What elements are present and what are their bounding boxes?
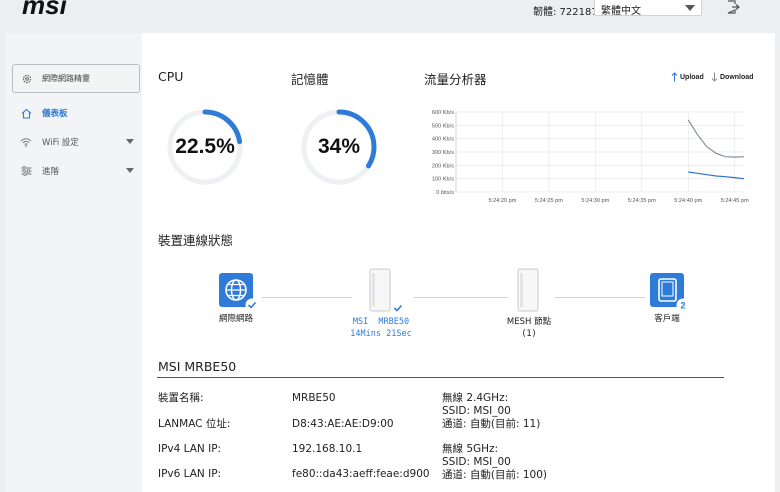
arrow-up-icon xyxy=(671,72,678,82)
sidebar-item-label: 進階 xyxy=(42,167,60,177)
y-tick-label: 100 Kb/s xyxy=(432,177,454,183)
series-line-upload xyxy=(688,171,745,180)
y-tick-label: 500 Kb/s xyxy=(432,123,454,129)
router-node[interactable] xyxy=(366,266,410,318)
sidebar-item-dashboard[interactable]: 儀表板 xyxy=(20,105,140,121)
y-tick-label: 200 Kb/s xyxy=(432,163,454,169)
language-select[interactable]: 繁體中文 xyxy=(594,0,702,17)
link-mesh-clients xyxy=(555,297,645,298)
memory-value: 34% xyxy=(317,135,361,158)
router-name: MSI MRBE50 xyxy=(352,317,410,327)
chevron-down-icon xyxy=(126,168,134,173)
device-name-value: MRBE50 xyxy=(292,392,336,404)
sidebar-item-label: 儀表板 xyxy=(42,109,68,119)
lanmac-value: D8:43:AE:AE:D9:00 xyxy=(292,418,394,430)
clients-count: 2 xyxy=(680,301,685,311)
wifi24-heading: 無線 2.4GHz: xyxy=(442,392,509,404)
wifi24-channel: 通道: 自動(目前: 11) xyxy=(442,418,541,430)
ipv4-value: 192.168.10.1 xyxy=(292,443,363,455)
wifi-icon xyxy=(20,136,32,148)
x-tick-label: 5:24:30 pm xyxy=(581,198,609,204)
cpu-value: 22.5% xyxy=(175,135,235,158)
gear-icon xyxy=(22,74,32,83)
wizard-label: 網際網路精靈 xyxy=(42,74,90,83)
wifi5-heading: 無線 5GHz: xyxy=(442,443,499,455)
lanmac-label: LANMAC 位址: xyxy=(158,418,231,430)
x-tick-label: 5:24:25 pm xyxy=(535,198,563,204)
cpu-title: CPU xyxy=(158,69,184,84)
language-value: 繁體中文 xyxy=(601,6,641,17)
internet-node[interactable] xyxy=(218,272,264,314)
traffic-title: 流量分析器 xyxy=(424,72,487,87)
wifi5-info: 無線 5GHz: SSID: MSI_00 通道: 自動(目前: 100) xyxy=(442,443,547,482)
clients-label: 客戶端 xyxy=(654,314,680,324)
ipv6-value: fe80::da43:aeff:feae:d900 xyxy=(292,468,430,480)
x-tick-label: 5:24:20 pm xyxy=(488,198,516,204)
arrow-down-icon xyxy=(711,72,718,82)
x-tick-label: 5:24:35 pm xyxy=(628,198,656,204)
y-tick-label: 0 bits/s xyxy=(436,190,454,196)
memory-title: 記憶體 xyxy=(291,72,329,87)
router-label[interactable]: MSI MRBE50 14Mins 21Sec xyxy=(321,316,441,340)
firmware-version: 韌體: 722187 xyxy=(533,7,598,18)
wifi24-ssid: SSID: MSI_00 xyxy=(442,405,511,417)
legend-upload-label: Upload xyxy=(680,73,704,81)
wifi5-channel: 通道: 自動(目前: 100) xyxy=(442,469,547,481)
msi-logo: msi xyxy=(22,0,68,18)
legend-download-label: Download xyxy=(720,73,754,81)
divider xyxy=(157,377,724,378)
sidebar-item-advanced[interactable]: 進階 xyxy=(20,163,140,179)
wifi5-ssid: SSID: MSI_00 xyxy=(442,456,511,468)
chevron-down-icon xyxy=(126,139,134,144)
sidebar-item-label: WiFi 設定 xyxy=(42,138,79,148)
sliders-icon xyxy=(20,165,32,177)
home-icon xyxy=(20,107,32,119)
y-tick-label: 300 Kb/s xyxy=(432,150,454,156)
clients-node[interactable]: 2 xyxy=(649,272,695,314)
mesh-node[interactable] xyxy=(514,266,558,316)
internet-wizard-button[interactable]: 網際網路精靈 xyxy=(12,64,140,93)
traffic-chart: 0 bits/s 100 Kb/s 200 Kb/s 300 Kb/s 400 Kb/s… xyxy=(432,110,749,204)
topology-title: 裝置連線狀態 xyxy=(158,233,234,248)
y-tick-label: 400 Kb/s xyxy=(432,137,454,143)
ipv6-label: IPv6 LAN IP: xyxy=(158,468,222,480)
logout-icon[interactable] xyxy=(726,0,740,14)
mesh-count: (1) xyxy=(521,329,537,339)
mesh-name: MESH 節點 xyxy=(506,317,552,327)
svg-text:msi: msi xyxy=(22,0,68,18)
chevron-down-icon xyxy=(685,5,695,11)
y-tick-label: 600 Kb/s xyxy=(432,110,454,116)
link-router-mesh xyxy=(414,297,508,298)
link-internet-router xyxy=(262,297,352,298)
legend-upload: Upload xyxy=(671,72,704,82)
wifi24-info: 無線 2.4GHz: SSID: MSI_00 通道: 自動(目前: 11) xyxy=(442,392,540,431)
sidebar-item-wifi[interactable]: WiFi 設定 xyxy=(20,134,140,150)
device-title: MSI MRBE50 xyxy=(158,359,237,374)
x-tick-label: 5:24:45 pm xyxy=(721,198,749,204)
legend-download: Download xyxy=(711,72,753,82)
router-uptime: 14Mins 21Sec xyxy=(350,329,412,339)
device-name-label: 裝置名稱: xyxy=(158,392,204,404)
mesh-label[interactable]: MESH 節點 (1) xyxy=(469,316,589,340)
internet-label: 網際網路 xyxy=(218,314,253,324)
x-tick-label: 5:24:40 pm xyxy=(674,198,702,204)
sidebar xyxy=(5,33,142,492)
ipv4-label: IPv4 LAN IP: xyxy=(158,443,222,455)
